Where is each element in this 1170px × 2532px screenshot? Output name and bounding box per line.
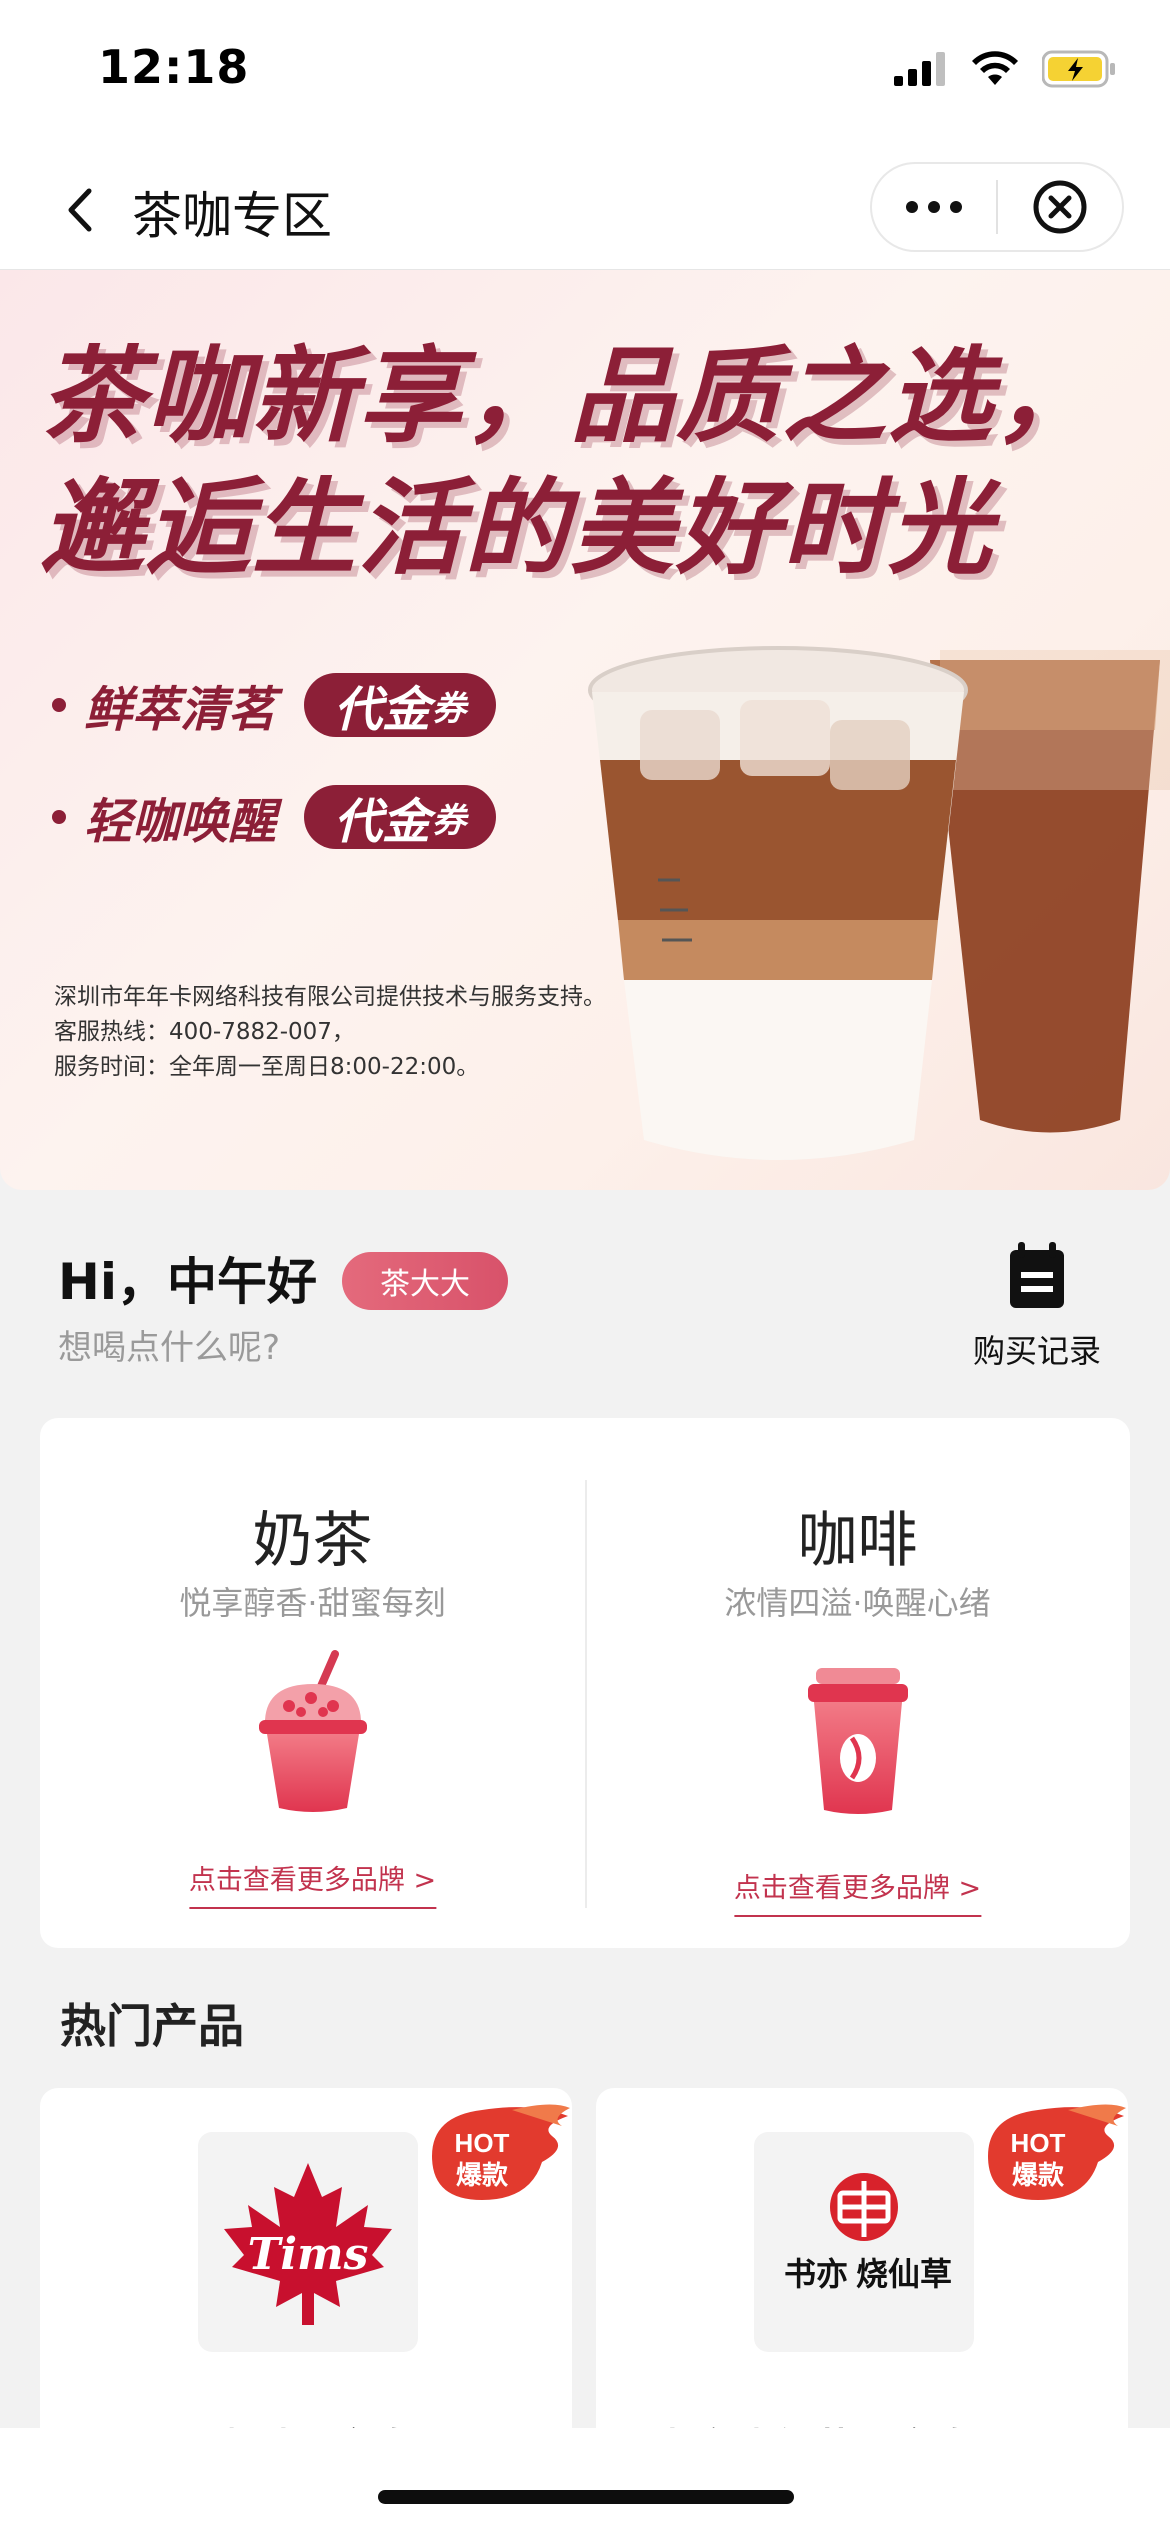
home-indicator[interactable]: [378, 2490, 794, 2504]
banner-feature-coffee: 轻咖唤醒 代金券: [52, 782, 497, 852]
status-time: 12:18: [98, 40, 250, 94]
feature-text: 鲜萃清茗: [84, 682, 277, 738]
coffee-cup-icon: [807, 1668, 908, 1814]
banner-feature-tea: 鲜萃清茗 代金券: [52, 670, 497, 740]
greeting-subtitle: 想喝点什么呢?: [58, 1328, 281, 1368]
brand-logo-shuyi: 书亦 烧仙草: [754, 2132, 974, 2352]
calendar-icon: [1010, 1242, 1064, 1308]
tims-logo-text: Tims: [248, 2229, 369, 2280]
hot-tag-top: HOT: [1011, 2128, 1066, 2158]
page-title: 茶咖专区: [132, 187, 332, 245]
status-bar: 12:18: [0, 0, 1170, 150]
greeting-title: Hi，中午好: [58, 1253, 317, 1311]
battery-charging-icon: [1042, 50, 1115, 88]
bullet-dot: [52, 810, 66, 824]
nav-bar: 茶咖专区: [0, 150, 1170, 270]
maple-leaf-icon: Tims: [224, 2163, 392, 2325]
hot-tag-bottom: 爆款: [456, 2161, 509, 2191]
category-subtitle: 悦享醇香·甜蜜每刻: [179, 1584, 446, 1622]
category-title: 咖啡: [797, 1506, 918, 1576]
iced-coffee-cups-illustration: [588, 646, 1170, 1160]
voucher-label: 代金: [334, 794, 431, 850]
category-card: 奶茶 悦享醇香·甜蜜每刻 点击查看更多品牌 > 咖啡 浓情四溢·唤醒心绪 点击查…: [40, 1418, 1130, 1948]
voucher-pill: 代金券: [304, 785, 497, 850]
hot-tag-top: HOT: [455, 2128, 510, 2158]
user-level-badge: 茶大大: [342, 1252, 508, 1310]
hot-flame-tag: HOT 爆款: [432, 2104, 570, 2200]
feature-text: 轻咖唤醒: [84, 794, 277, 850]
shuyi-logo-text-right: 烧仙草: [856, 2255, 952, 2293]
more-dots-icon: [906, 201, 962, 213]
hot-tag-bottom: 爆款: [1012, 2161, 1065, 2191]
banner-footnote: 深圳市年年卡网络科技有限公司提供技术与服务支持。 客服热线：400-7882-0…: [54, 980, 606, 1085]
more-button[interactable]: [872, 164, 996, 250]
purchase-history-button[interactable]: 购买记录: [962, 1242, 1112, 1372]
banner-headline-line2: 邂逅生活的美好时光: [40, 467, 995, 589]
category-title: 奶茶: [252, 1506, 373, 1576]
milk-tea-more-brands-link[interactable]: 点击查看更多品牌 >: [188, 1858, 437, 1909]
miniprogram-capsule: [870, 162, 1124, 252]
cellular-signal-icon: [894, 52, 945, 86]
category-milk-tea[interactable]: 奶茶 悦享醇香·甜蜜每刻 点击查看更多品牌 >: [40, 1418, 585, 1948]
voucher-label: 代金: [334, 682, 431, 738]
shuyi-logo-text-left: 书亦: [784, 2255, 848, 2293]
wifi-icon: [972, 51, 1018, 85]
shuyi-logo-icon: 书亦 烧仙草: [784, 2173, 952, 2293]
voucher-suffix: 券: [432, 800, 467, 841]
close-circle-icon: [1033, 180, 1087, 234]
banner-headline-line1: 茶咖新享，品质之选，: [40, 335, 1101, 457]
brand-logo-tims: Tims: [198, 2132, 418, 2352]
back-button[interactable]: [50, 180, 110, 240]
banner-headline: 茶咖新享，品质之选， 邂逅生活的美好时光: [40, 330, 1100, 594]
close-button[interactable]: [998, 164, 1122, 250]
footnote-hours: 服务时间：全年周一至周日8:00-22:00。: [54, 1054, 480, 1080]
promo-banner[interactable]: 茶咖新享，品质之选， 邂逅生活的美好时光 鲜萃清茗 代金券 轻咖唤醒 代金券 深…: [0, 270, 1170, 1190]
category-coffee[interactable]: 咖啡 浓情四溢·唤醒心绪 点击查看更多品牌 >: [585, 1418, 1130, 1948]
bubble-tea-icon: [258, 1650, 367, 1812]
purchase-history-label: 购买记录: [972, 1332, 1101, 1370]
voucher-suffix: 券: [432, 688, 467, 729]
status-icons: [894, 50, 1116, 88]
category-subtitle: 浓情四溢·唤醒心绪: [724, 1584, 991, 1622]
footnote-hotline: 客服热线：400-7882-007，: [54, 1019, 355, 1045]
coffee-more-brands-link[interactable]: 点击查看更多品牌 >: [733, 1866, 982, 1917]
voucher-pill: 代金券: [304, 673, 497, 738]
hot-flame-tag: HOT 爆款: [988, 2104, 1126, 2200]
footnote-company: 深圳市年年卡网络科技有限公司提供技术与服务支持。: [54, 984, 606, 1010]
hot-products-title: 热门产品: [60, 1999, 244, 2053]
bullet-dot: [52, 698, 66, 712]
home-indicator-area: [0, 2428, 1170, 2532]
chevron-left-icon: [68, 188, 92, 232]
